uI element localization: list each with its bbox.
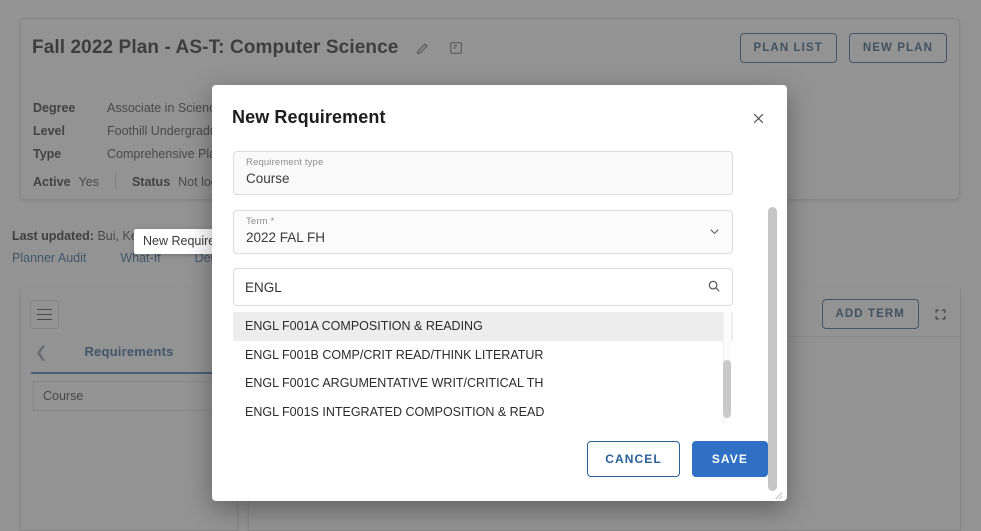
dialog-action-group: CANCEL SAVE [587,441,768,477]
dialog-title: New Requirement [232,107,386,128]
save-button[interactable]: SAVE [692,441,768,477]
cancel-button[interactable]: CANCEL [587,441,680,477]
new-requirement-dialog: New Requirement Requirement type Course … [212,85,787,501]
resize-grip-icon[interactable] [772,487,783,498]
chevron-down-icon [707,224,722,244]
list-item[interactable]: ENGL F001S INTEGRATED COMPOSITION & READ [233,398,733,424]
list-item[interactable]: ENGL F001C ARGUMENTATIVE WRIT/CRITICAL T… [233,369,733,398]
list-item[interactable]: ENGL F001B COMP/CRIT READ/THINK LITERATU… [233,341,733,370]
term-select[interactable]: Term * 2022 FAL FH [233,210,733,254]
course-search-field[interactable] [233,268,733,306]
term-value: 2022 FAL FH [246,230,325,245]
requirement-type-value: Course [246,171,290,186]
requirement-type-field[interactable]: Requirement type Course [233,151,733,195]
dialog-footer: CANCEL SAVE [212,429,787,501]
dropdown-scrollbar-thumb[interactable] [723,360,731,418]
dialog-body: Requirement type Course Term * 2022 FAL … [212,144,787,429]
course-results-dropdown[interactable]: ENGL F001A COMPOSITION & READING ENGL F0… [233,312,733,423]
requirement-type-label: Requirement type [246,157,323,168]
close-icon[interactable] [745,105,771,131]
search-input[interactable] [245,269,685,305]
search-icon[interactable] [707,279,721,298]
list-item[interactable]: ENGL F001A COMPOSITION & READING [233,312,733,341]
term-label: Term * [246,216,274,227]
